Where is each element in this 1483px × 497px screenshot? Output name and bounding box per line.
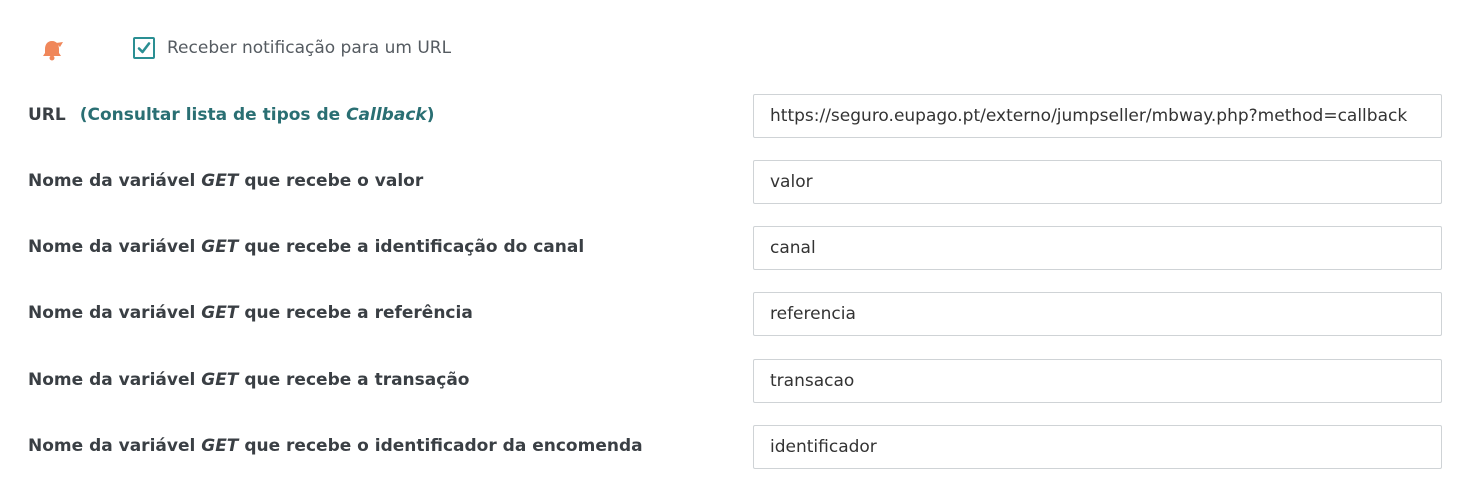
field-label: Nome da variável GET que recebe o identi…: [28, 436, 643, 456]
field-row-canal: Nome da variável GET que recebe a identi…: [0, 226, 1483, 270]
field-row-transacao: Nome da variável GET que recebe a transa…: [0, 359, 1483, 403]
field-row-referencia: Nome da variável GET que recebe a referê…: [0, 292, 1483, 336]
notification-checkbox[interactable]: [133, 37, 155, 59]
notification-checkbox-label[interactable]: Receber notificação para um URL: [167, 37, 451, 59]
field-label: Nome da variável GET que recebe a identi…: [28, 237, 585, 257]
canal-input[interactable]: [753, 226, 1442, 270]
referencia-input[interactable]: [753, 292, 1442, 336]
url-row: URL (Consultar lista de tipos de Callback…: [0, 94, 1483, 138]
field-label: Nome da variável GET que recebe a transa…: [28, 370, 470, 390]
url-input[interactable]: [753, 94, 1442, 138]
transacao-input[interactable]: [753, 359, 1442, 403]
field-row-valor: Nome da variável GET que recebe o valor: [0, 160, 1483, 204]
valor-input[interactable]: [753, 160, 1442, 204]
callback-types-link[interactable]: (Consultar lista de tipos de Callback): [80, 105, 435, 125]
field-label: Nome da variável GET que recebe a referê…: [28, 303, 473, 323]
notification-option: Receber notificação para um URL: [0, 30, 1483, 70]
url-label: URL (Consultar lista de tipos de Callback…: [28, 104, 435, 126]
field-label: Nome da variável GET que recebe o valor: [28, 171, 424, 191]
field-row-identificador: Nome da variável GET que recebe o identi…: [0, 425, 1483, 469]
url-label-text: URL: [28, 105, 66, 125]
identificador-input[interactable]: [753, 425, 1442, 469]
bell-icon: [40, 38, 66, 62]
